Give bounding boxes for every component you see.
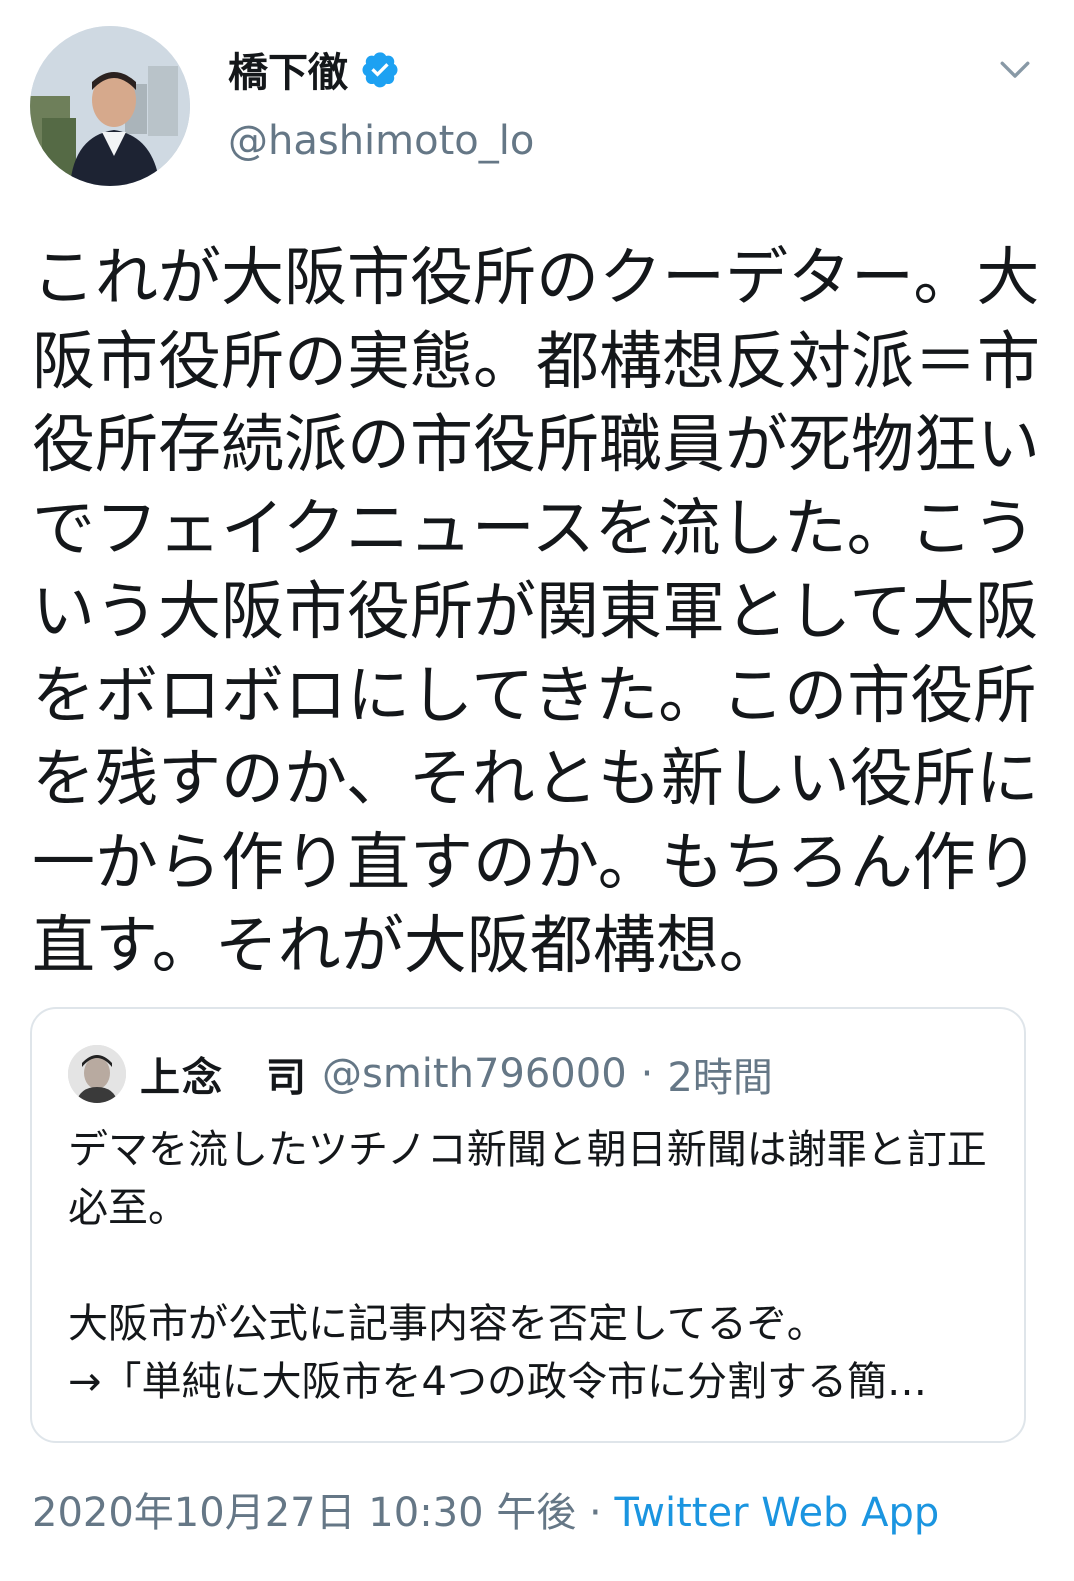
quoted-author-handle: @smith796000 xyxy=(322,1051,627,1097)
quoted-author-avatar xyxy=(68,1045,126,1103)
tweet-meta: 2020年10月27日 10:30 午後 · Twitter Web App xyxy=(32,1480,939,1538)
quoted-tweet-text: デマを流したツチノコ新聞と朝日新聞は謝罪と訂正必至。 大阪市が公式に記事内容を否… xyxy=(68,1127,987,1405)
tweet-source-link[interactable]: Twitter Web App xyxy=(614,1490,939,1536)
tweet-timestamp[interactable]: 2020年10月27日 10:30 午後 xyxy=(32,1490,576,1536)
author-name[interactable]: 橋下徹 xyxy=(228,40,348,98)
quoted-time: 2時間 xyxy=(667,1055,773,1101)
author-name-row: 橋下徹 xyxy=(228,40,400,98)
quoted-separator: · xyxy=(640,1051,654,1097)
avatar-photo xyxy=(30,26,190,186)
meta-separator: · xyxy=(576,1490,615,1536)
chevron-down-icon[interactable] xyxy=(998,52,1032,86)
verified-badge-icon xyxy=(362,52,398,88)
author-avatar[interactable] xyxy=(30,26,190,186)
quoted-tweet-header: 上念 司 @smith796000 · 2時間 xyxy=(68,1045,773,1103)
author-handle[interactable]: @hashimoto_lo xyxy=(228,118,534,164)
quoted-author-name: 上念 司 xyxy=(140,1055,308,1101)
tweet-text: これが大阪市役所のクーデター。大阪市役所の実態。都構想反対派＝市役所存続派の市役… xyxy=(32,241,1040,982)
quoted-tweet-card[interactable]: 上念 司 @smith796000 · 2時間 デマを流したツチノコ新聞と朝日新… xyxy=(30,1007,1026,1443)
